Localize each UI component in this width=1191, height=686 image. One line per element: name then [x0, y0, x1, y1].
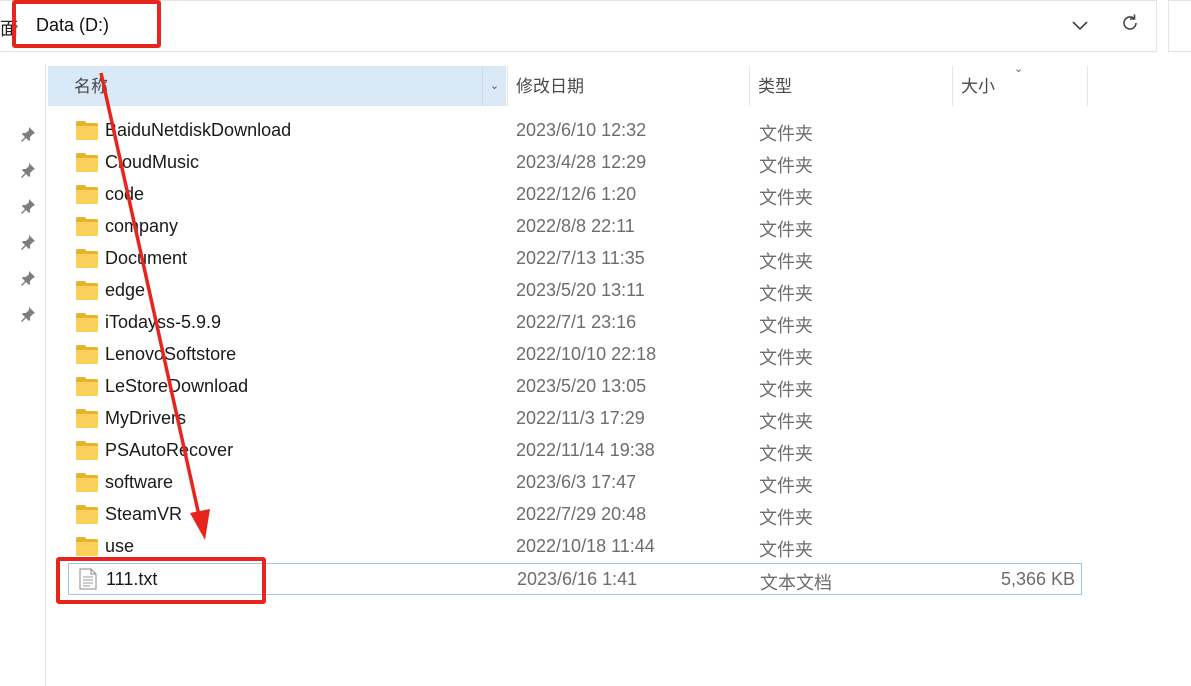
- file-date: 2022/11/14 19:38: [516, 440, 655, 460]
- folder-icon: [76, 217, 98, 237]
- file-type: 文件夹: [759, 476, 813, 496]
- list-item-folder[interactable]: edge 2023/5/20 13:11 文件夹: [68, 275, 1082, 307]
- file-type: 文件夹: [759, 252, 813, 272]
- file-type: 文件夹: [759, 156, 813, 176]
- file-type: 文件夹: [759, 188, 813, 208]
- file-name: LenovoSoftstore: [105, 344, 237, 364]
- column-divider[interactable]: [1087, 66, 1088, 106]
- folder-icon: [76, 313, 98, 333]
- list-item-folder[interactable]: Document 2022/7/13 11:35 文件夹: [68, 243, 1082, 275]
- list-item-folder[interactable]: LeStoreDownload 2023/5/20 13:05 文件夹: [68, 371, 1082, 403]
- pin-icon[interactable]: [20, 126, 36, 142]
- file-date: 2023/6/16 1:41: [517, 569, 638, 589]
- file-date: 2023/5/20 13:11: [516, 280, 645, 300]
- file-type: 文件夹: [759, 284, 813, 304]
- file-type: 文件夹: [759, 316, 813, 336]
- file-type: 文件夹: [759, 380, 813, 400]
- folder-icon: [76, 281, 98, 301]
- folder-icon: [76, 441, 98, 461]
- chevron-down-icon[interactable]: ⌄: [482, 66, 506, 106]
- file-name: use: [105, 536, 135, 556]
- file-type: 文件夹: [759, 220, 813, 240]
- file-name: CloudMusic: [105, 152, 200, 172]
- file-date: 2022/7/29 20:48: [516, 504, 647, 524]
- list-item-folder[interactable]: code 2022/12/6 1:20 文件夹: [68, 179, 1082, 211]
- file-name: edge: [105, 280, 146, 300]
- folder-icon: [76, 409, 98, 429]
- file-name: code: [105, 184, 145, 204]
- file-type: 文本文档: [760, 573, 832, 593]
- file-date: 2022/12/6 1:20: [516, 184, 637, 204]
- sort-indicator-icon: ⌄: [1014, 63, 1024, 75]
- file-name: Document: [105, 248, 188, 268]
- file-date: 2022/10/10 22:18: [516, 344, 657, 364]
- folder-icon: [76, 185, 98, 205]
- file-name: PSAutoRecover: [105, 440, 234, 460]
- pin-icon[interactable]: [20, 306, 36, 322]
- list-item-folder[interactable]: LenovoSoftstore 2022/10/10 22:18 文件夹: [68, 339, 1082, 371]
- file-name: MyDrivers: [105, 408, 186, 428]
- pin-icon[interactable]: [20, 270, 36, 286]
- file-type: 文件夹: [759, 412, 813, 432]
- list-item-folder[interactable]: company 2022/8/8 22:11 文件夹: [68, 211, 1082, 243]
- list-item-folder[interactable]: software 2023/6/3 17:47 文件夹: [68, 467, 1082, 499]
- column-header-type[interactable]: 类型: [750, 66, 952, 106]
- file-date: 2023/5/20 13:05: [516, 376, 647, 396]
- pin-icon[interactable]: [20, 234, 36, 250]
- file-type: 文件夹: [759, 348, 813, 368]
- file-type: 文件夹: [759, 508, 813, 528]
- file-date: 2022/7/1 23:16: [516, 312, 637, 332]
- column-header-name[interactable]: 名称: [48, 66, 506, 106]
- file-type: 文件夹: [759, 540, 813, 560]
- folder-icon: [76, 249, 98, 269]
- search-input[interactable]: [1168, 0, 1191, 52]
- pin-icon[interactable]: [20, 198, 36, 214]
- folder-icon: [76, 505, 98, 525]
- file-type: 文件夹: [759, 124, 813, 144]
- file-date: 2023/6/10 12:32: [516, 120, 647, 140]
- file-date: 2022/8/8 22:11: [516, 216, 635, 236]
- list-item-folder[interactable]: MyDrivers 2022/11/3 17:29 文件夹: [68, 403, 1082, 435]
- file-name: BaiduNetdiskDownload: [105, 120, 292, 140]
- folder-icon: [76, 537, 98, 557]
- file-size: 5,366 KB: [1000, 569, 1075, 589]
- file-name: software: [105, 472, 174, 492]
- file-date: 2023/6/3 17:47: [516, 472, 637, 492]
- folder-icon: [76, 377, 98, 397]
- list-item-folder[interactable]: PSAutoRecover 2022/11/14 19:38 文件夹: [68, 435, 1082, 467]
- annotation-box: [56, 557, 266, 604]
- file-name: LeStoreDownload: [105, 376, 249, 396]
- address-bar[interactable]: 面 › Data (D:): [0, 0, 1157, 52]
- file-date: 2023/4/28 12:29: [516, 152, 647, 172]
- folder-icon: [76, 345, 98, 365]
- navigation-pane: [0, 64, 46, 686]
- file-name: iTodayss-5.9.9: [105, 312, 222, 332]
- file-type: 文件夹: [759, 444, 813, 464]
- list-item-folder[interactable]: CloudMusic 2023/4/28 12:29 文件夹: [68, 147, 1082, 179]
- refresh-icon[interactable]: [1117, 13, 1143, 41]
- annotation-box: [12, 0, 161, 48]
- chevron-down-icon[interactable]: [1068, 13, 1092, 41]
- list-item-folder[interactable]: iTodayss-5.9.9 2022/7/1 23:16 文件夹: [68, 307, 1082, 339]
- column-header-date[interactable]: 修改日期: [508, 66, 748, 106]
- file-date: 2022/10/18 11:44: [516, 536, 655, 556]
- file-name: company: [105, 216, 179, 236]
- folder-icon: [76, 121, 98, 141]
- pin-icon[interactable]: [20, 162, 36, 178]
- list-item-folder[interactable]: SteamVR 2022/7/29 20:48 文件夹: [68, 499, 1082, 531]
- list-item-folder[interactable]: BaiduNetdiskDownload 2023/6/10 12:32 文件夹: [68, 115, 1082, 147]
- folder-icon: [76, 473, 98, 493]
- file-name: SteamVR: [105, 504, 183, 524]
- file-date: 2022/7/13 11:35: [516, 248, 645, 268]
- file-date: 2022/11/3 17:29: [516, 408, 645, 428]
- folder-icon: [76, 153, 98, 173]
